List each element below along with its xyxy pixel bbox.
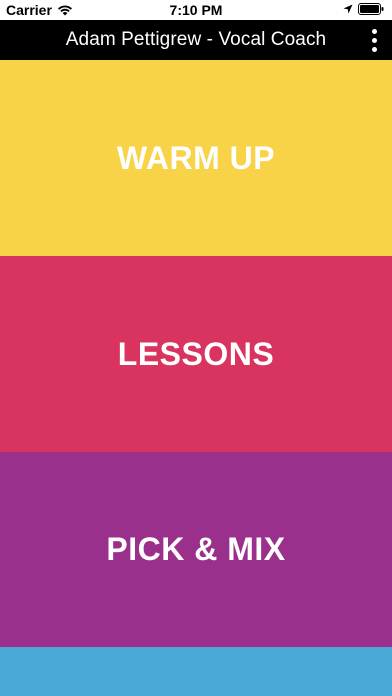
- status-time: 7:10 PM: [169, 2, 223, 18]
- status-right: [343, 3, 384, 15]
- pick-and-mix-tile[interactable]: PICK & MIX: [0, 452, 392, 647]
- lessons-tile[interactable]: LESSONS: [0, 256, 392, 452]
- fourth-tile[interactable]: [0, 647, 392, 696]
- status-bar: Carrier 7:10 PM: [0, 0, 392, 20]
- nav-bar: Adam Pettigrew - Vocal Coach: [0, 20, 392, 60]
- tile-label: LESSONS: [117, 335, 275, 372]
- tile-label: PICK & MIX: [106, 531, 286, 567]
- battery-icon: [358, 3, 384, 15]
- tile-label: WARM UP: [116, 139, 276, 176]
- location-arrow-icon: [343, 4, 353, 14]
- app-title: Adam Pettigrew - Vocal Coach: [65, 29, 327, 50]
- more-vertical-icon[interactable]: [364, 27, 384, 53]
- warm-up-tile[interactable]: WARM UP: [0, 60, 392, 256]
